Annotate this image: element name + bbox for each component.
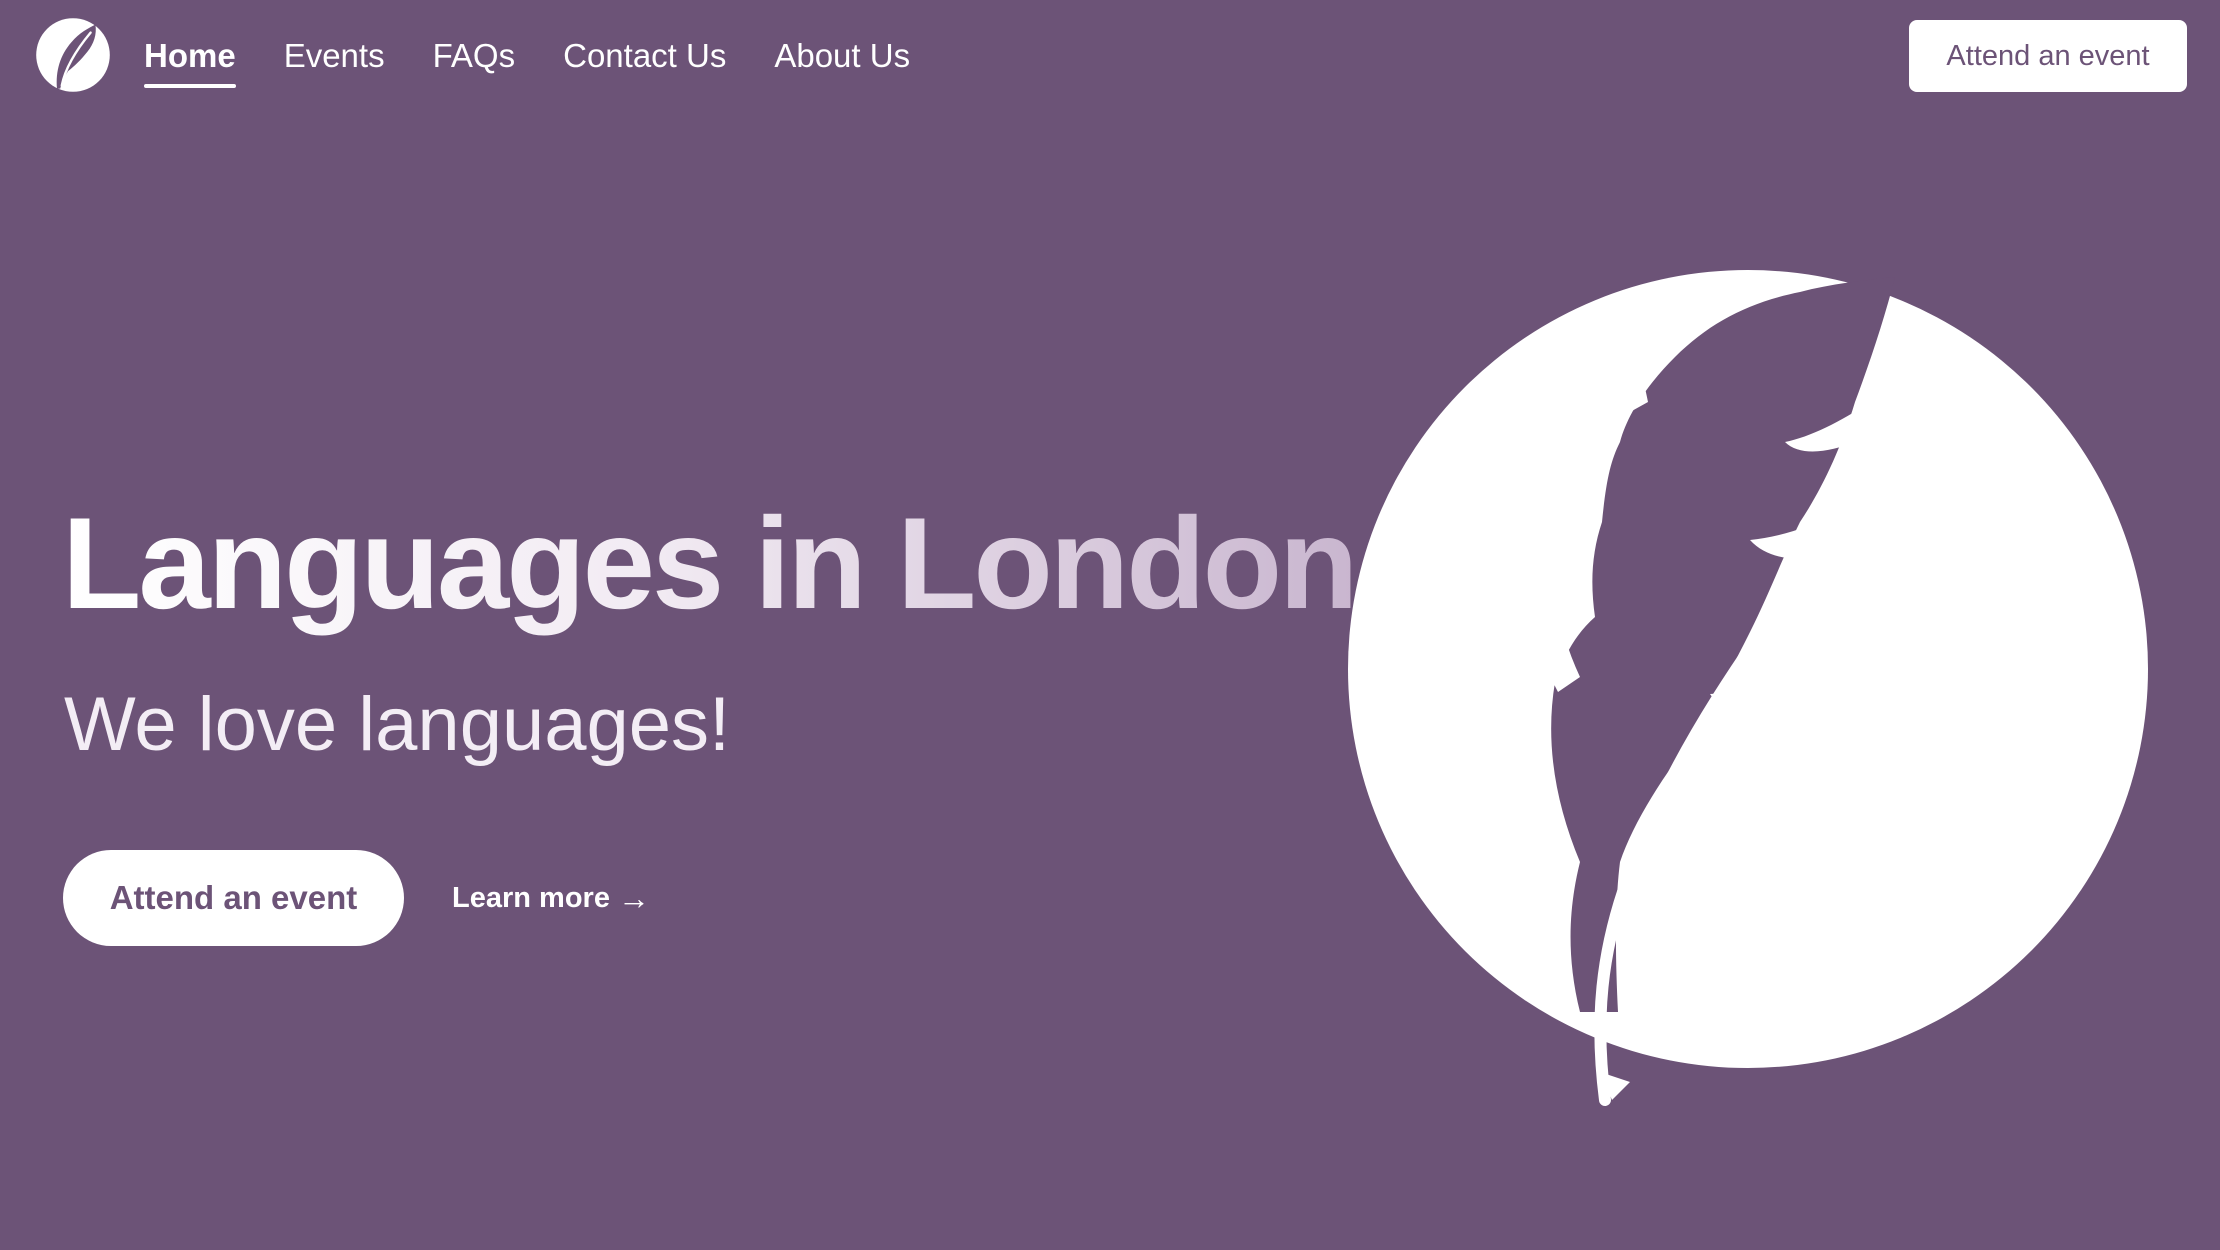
header-attend-event-button[interactable]: Attend an event bbox=[1909, 20, 2187, 92]
site-header: Home Events FAQs Contact Us About Us Att… bbox=[0, 0, 2220, 115]
page: Home Events FAQs Contact Us About Us Att… bbox=[0, 0, 2220, 1250]
main-nav: Home Events FAQs Contact Us About Us bbox=[144, 32, 958, 88]
nav-contact-us[interactable]: Contact Us bbox=[563, 32, 726, 80]
learn-more-link[interactable]: Learn more → bbox=[452, 880, 650, 917]
feather-circle-icon bbox=[1330, 262, 2160, 1112]
learn-more-label: Learn more bbox=[452, 881, 610, 914]
arrow-right-icon: → bbox=[617, 879, 650, 916]
feather-logo-icon[interactable] bbox=[33, 15, 113, 95]
nav-home[interactable]: Home bbox=[144, 32, 236, 88]
nav-faqs[interactable]: FAQs bbox=[433, 32, 516, 80]
nav-about-us[interactable]: About Us bbox=[774, 32, 910, 80]
hero-attend-event-button[interactable]: Attend an event bbox=[63, 850, 404, 946]
hero-subtitle: We love languages! bbox=[64, 682, 731, 767]
hero-title: Languages in London bbox=[62, 490, 1358, 636]
nav-events[interactable]: Events bbox=[284, 32, 385, 80]
hero-actions: Attend an event Learn more → bbox=[63, 850, 650, 946]
